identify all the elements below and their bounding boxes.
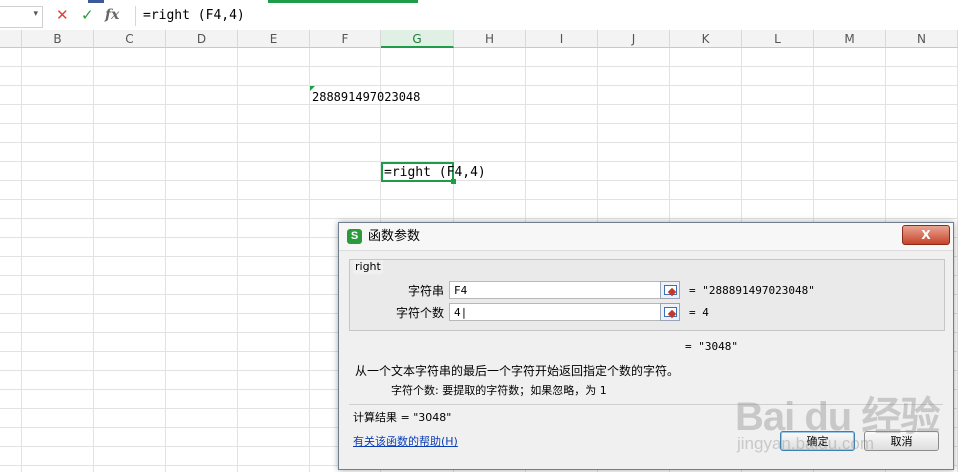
insert-function-icon[interactable]: fx	[105, 7, 119, 23]
ribbon-edge	[88, 0, 104, 3]
name-box[interactable]: ▾	[0, 6, 43, 28]
column-header-n[interactable]: N	[886, 30, 958, 48]
function-description: 从一个文本字符串的最后一个字符开始返回指定个数的字符。	[355, 364, 680, 378]
column-header-f[interactable]: F	[310, 30, 381, 48]
cancel-button[interactable]: 取消	[864, 431, 939, 451]
param-result-text: = "288891497023048"	[689, 284, 815, 297]
formula-result-preview: = "3048"	[685, 340, 738, 353]
formula-bar: ▾ ✕ ✓ fx =right (F4,4)	[0, 0, 958, 31]
column-header-d[interactable]: D	[166, 30, 238, 48]
grid-column-line	[21, 48, 22, 472]
formula-input[interactable]: =right (F4,4)	[143, 6, 943, 26]
dialog-divider	[349, 404, 943, 405]
param-result-num-chars: = 4	[689, 306, 709, 319]
column-header-h[interactable]: H	[454, 30, 526, 48]
cancel-x-icon[interactable]: ✕	[56, 7, 69, 23]
column-header-g[interactable]: G	[381, 30, 454, 48]
grid-column-line	[309, 48, 310, 472]
function-arguments-dialog: S 函数参数 X right 字符串 F4 = "288891497023048…	[338, 222, 954, 470]
cell-g9[interactable]: =right (F4,4)	[384, 164, 486, 181]
ok-button[interactable]: 确定	[780, 431, 855, 451]
param-label-text: 字符串	[407, 284, 444, 298]
column-header-m[interactable]: M	[814, 30, 886, 48]
range-picker-icon[interactable]	[660, 281, 680, 299]
close-button[interactable]: X	[902, 225, 950, 245]
wps-spreadsheet-icon: S	[347, 229, 362, 244]
chevron-down-icon[interactable]: ▾	[33, 9, 38, 19]
param-input-text[interactable]: F4	[449, 281, 662, 299]
column-header-c[interactable]: C	[94, 30, 166, 48]
column-header-l[interactable]: L	[742, 30, 814, 48]
function-name: right	[353, 260, 383, 274]
confirm-check-icon[interactable]: ✓	[81, 7, 94, 23]
select-all-corner[interactable]	[0, 30, 22, 48]
column-header-i[interactable]: I	[526, 30, 598, 48]
help-link[interactable]: 有关该函数的帮助(H)	[353, 434, 458, 450]
dialog-title: 函数参数	[368, 229, 421, 244]
cell-f4[interactable]: 288891497023048	[312, 89, 420, 106]
formula-bar-divider	[135, 6, 136, 26]
column-header-k[interactable]: K	[670, 30, 742, 48]
grid-column-line	[93, 48, 94, 472]
column-header-b[interactable]: B	[22, 30, 94, 48]
column-header-e[interactable]: E	[238, 30, 310, 48]
column-header-j[interactable]: J	[598, 30, 670, 48]
ribbon-active-indicator	[268, 0, 418, 3]
param-label-num-chars: 字符个数	[395, 306, 444, 320]
argument-description: 字符个数: 要提取的字符数；如果忽略，为 1	[391, 384, 607, 397]
dialog-titlebar[interactable]: S 函数参数 X	[339, 223, 953, 251]
param-input-num-chars[interactable]: 4|	[449, 303, 662, 321]
grid-column-line	[237, 48, 238, 472]
grid-column-line	[165, 48, 166, 472]
calculation-result: 计算结果 = "3048"	[353, 411, 452, 424]
range-picker-icon[interactable]	[660, 303, 680, 321]
